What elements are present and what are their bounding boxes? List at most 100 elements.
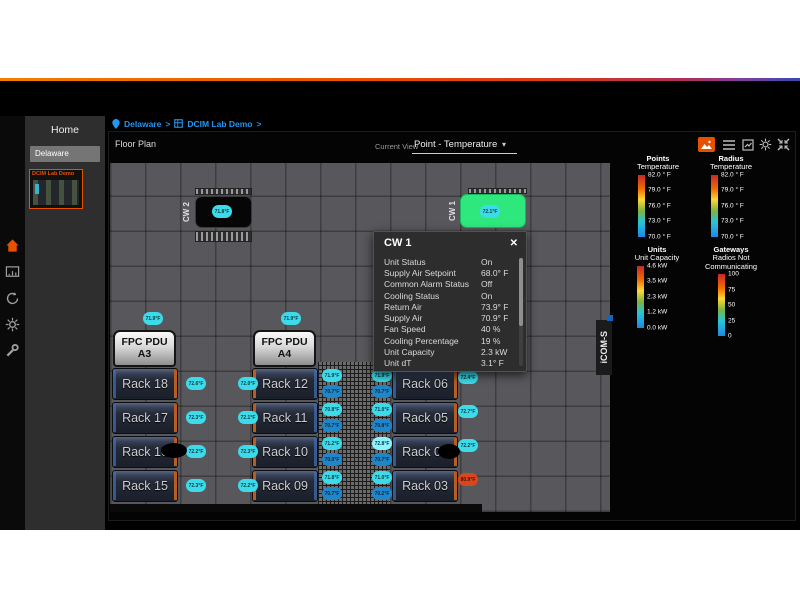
temp-badge[interactable]: 72.0°F	[238, 377, 258, 390]
sidebar-item-delaware[interactable]: Delaware	[30, 146, 100, 162]
rack-rack-03[interactable]: Rack 03	[392, 470, 458, 502]
rack-label: Rack 06	[402, 377, 448, 391]
rack-cold-edge	[113, 404, 116, 432]
temp-badge[interactable]: 72.1°F	[238, 411, 258, 424]
panel-settings-button[interactable]	[757, 137, 774, 152]
rack-rack-10[interactable]: Rack 10	[252, 436, 318, 468]
maintenance-nav-icon[interactable]	[5, 343, 20, 358]
popup-scrollbar[interactable]	[519, 258, 523, 366]
sync-nav-icon[interactable]	[5, 291, 20, 306]
rack-rack-11[interactable]: Rack 11	[252, 402, 318, 434]
rack-rack-17[interactable]: Rack 17	[112, 402, 178, 434]
popup-row-value: 70.9° F	[481, 313, 509, 323]
rack-rack-06[interactable]: Rack 06	[392, 368, 458, 400]
rack-cold-edge	[314, 370, 317, 398]
temp-badge[interactable]: 72.3°F	[238, 445, 258, 458]
temp-badge-cw1[interactable]: 72.1°F	[480, 205, 500, 218]
temp-badge[interactable]: 70.2°F	[372, 487, 392, 500]
rack-rack-15[interactable]: Rack 15	[112, 470, 178, 502]
home-nav-icon[interactable]	[5, 238, 20, 253]
close-icon[interactable]: ✕	[510, 238, 518, 249]
popup-row-label: Cooling Percentage	[384, 336, 481, 346]
view-chart-button[interactable]	[739, 137, 756, 152]
unit-cw1-label: CW 1	[448, 194, 459, 228]
dashboard-nav-icon[interactable]	[5, 265, 20, 280]
temp-badge[interactable]: 72.7°F	[458, 405, 478, 418]
temp-badge[interactable]: 71.8°F	[322, 471, 342, 484]
rack-cold-edge	[393, 404, 396, 432]
rack-label: Rack 17	[122, 411, 168, 425]
popup-row-label: Unit Status	[384, 257, 481, 267]
temp-badge[interactable]: 70.7°F	[372, 453, 392, 466]
pdu-a3[interactable]: FPC PDU A3	[113, 330, 176, 367]
temp-badge[interactable]: 70.7°F	[322, 419, 342, 432]
current-view-underline	[412, 153, 517, 154]
rack-rack-09[interactable]: Rack 09	[252, 470, 318, 502]
icoms-marker	[607, 315, 613, 321]
temp-badge[interactable]: 70.7°F	[322, 487, 342, 500]
temp-badge[interactable]: 71.0°F	[372, 471, 392, 484]
temp-badge[interactable]: 72.3°F	[186, 479, 206, 492]
temp-badge[interactable]: 72.6°F	[186, 377, 206, 390]
rack-hot-edge	[174, 370, 177, 398]
vent-grille	[195, 231, 252, 242]
temp-badge[interactable]: 71.2°F	[322, 437, 342, 450]
temp-badge[interactable]: 72.2°F	[238, 479, 258, 492]
redaction-oval	[438, 444, 460, 459]
popup-row-label: Supply Air	[384, 313, 481, 323]
popup-rows: Unit StatusOnSupply Air Setpoint68.0° FC…	[384, 256, 512, 369]
settings-nav-icon[interactable]	[5, 317, 20, 332]
breadcrumb-map[interactable]: DCIM Lab Demo	[187, 119, 252, 129]
pdu-a4[interactable]: FPC PDU A4	[253, 330, 316, 367]
popup-row-label: Unit Capacity	[384, 347, 481, 357]
legend-row: 82.0 ° F79.0 ° F76.0 ° F73.0 ° F70.0 ° F	[630, 175, 686, 237]
panel-title: Floor Plan	[115, 139, 156, 149]
legend-label: Radios Not Communicating	[697, 254, 765, 271]
chevron-down-icon[interactable]: ▾	[502, 140, 506, 149]
rack-cold-edge	[393, 370, 396, 398]
temp-badge[interactable]: 71.9°F	[322, 369, 342, 382]
temp-badge[interactable]: 72.2°F	[458, 439, 478, 452]
legend-tick: 0	[728, 333, 732, 340]
temp-badge[interactable]: 70.8°F	[372, 419, 392, 432]
view-image-button[interactable]	[698, 137, 715, 152]
temp-badge[interactable]: 70.7°F	[322, 385, 342, 398]
legend-tick: 2.3 kW	[647, 293, 667, 300]
rack-label: Rack 09	[262, 479, 308, 493]
rack-rack-12[interactable]: Rack 12	[252, 368, 318, 400]
legend-radius: RadiusTemperature82.0 ° F79.0 ° F76.0 ° …	[702, 154, 760, 237]
legend-tick: 82.0 ° F	[648, 171, 671, 178]
rack-rack-05[interactable]: Rack 05	[392, 402, 458, 434]
legend-ticks: 4.6 kW3.5 kW2.3 kW1.2 kW0.0 kW	[647, 266, 677, 328]
legend-tick: 50	[728, 302, 735, 309]
temp-badge[interactable]: 70.8°F	[322, 403, 342, 416]
legend-ticks: 1007550250	[728, 274, 744, 336]
app-header: VERTIV™ ICOM™-S v2021.19.1 (develop - DE…	[0, 81, 800, 116]
temp-badge-cw2[interactable]: 71.8°F	[212, 205, 232, 218]
popup-scrollbar-thumb[interactable]	[519, 258, 523, 326]
redaction-oval	[161, 443, 187, 458]
legend-row: 82.0 ° F79.0 ° F76.0 ° F73.0 ° F70.0 ° F	[702, 175, 760, 237]
rack-hot-edge	[454, 472, 457, 500]
legend-gateways: GatewaysRadios Not Communicating10075502…	[697, 245, 765, 336]
temp-badge[interactable]: 71.9°F	[143, 312, 163, 325]
current-view-label: Current View	[375, 142, 418, 151]
temp-badge-alarm[interactable]: 80.9°F	[458, 473, 478, 486]
temp-badge[interactable]: 70.0°F	[322, 453, 342, 466]
temp-badge[interactable]: 70.7°F	[372, 385, 392, 398]
view-list-button[interactable]	[720, 137, 737, 152]
fullscreen-button[interactable]	[775, 137, 792, 152]
temp-badge[interactable]: 71.0°F	[372, 403, 392, 416]
popup-row-label: Supply Air Setpoint	[384, 268, 481, 278]
temp-badge[interactable]: 72.3°F	[186, 411, 206, 424]
current-view-dropdown[interactable]: Point - Temperature	[414, 139, 497, 150]
temp-badge[interactable]: 72.4°F	[458, 371, 478, 384]
rack-rack-18[interactable]: Rack 18	[112, 368, 178, 400]
popup-row-value: On	[481, 291, 492, 301]
temp-badge[interactable]: 71.9°F	[281, 312, 301, 325]
temp-badge[interactable]: 72.8°F	[372, 437, 392, 450]
breadcrumb-site[interactable]: Delaware	[124, 119, 161, 129]
map-thumbnail[interactable]: DCIM Lab Demo	[29, 169, 83, 209]
floor-plan[interactable]: CW 2 71.8°F CW 1 72.1°F 71.9°F 71.9°F FP…	[110, 163, 610, 512]
temp-badge[interactable]: 72.2°F	[186, 445, 206, 458]
